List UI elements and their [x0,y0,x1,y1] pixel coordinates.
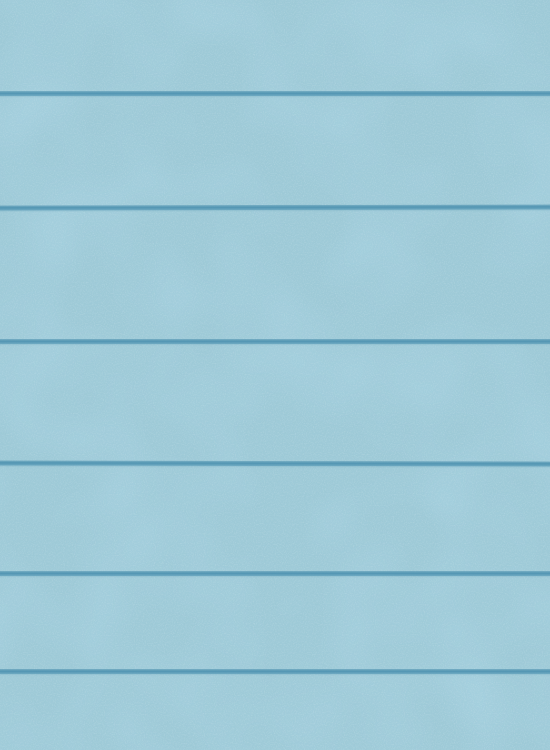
textured-background-board [0,0,550,750]
plank-groove [0,339,550,344]
highlight-layer [0,0,550,750]
surface-texture [0,0,550,750]
plank-groove [0,91,550,96]
plank-groove [0,460,550,467]
plank-groove [0,571,550,576]
plank-groove [0,204,550,211]
grain-layer [0,0,550,750]
blotch-layer [0,0,550,750]
plank-groove [0,669,550,674]
